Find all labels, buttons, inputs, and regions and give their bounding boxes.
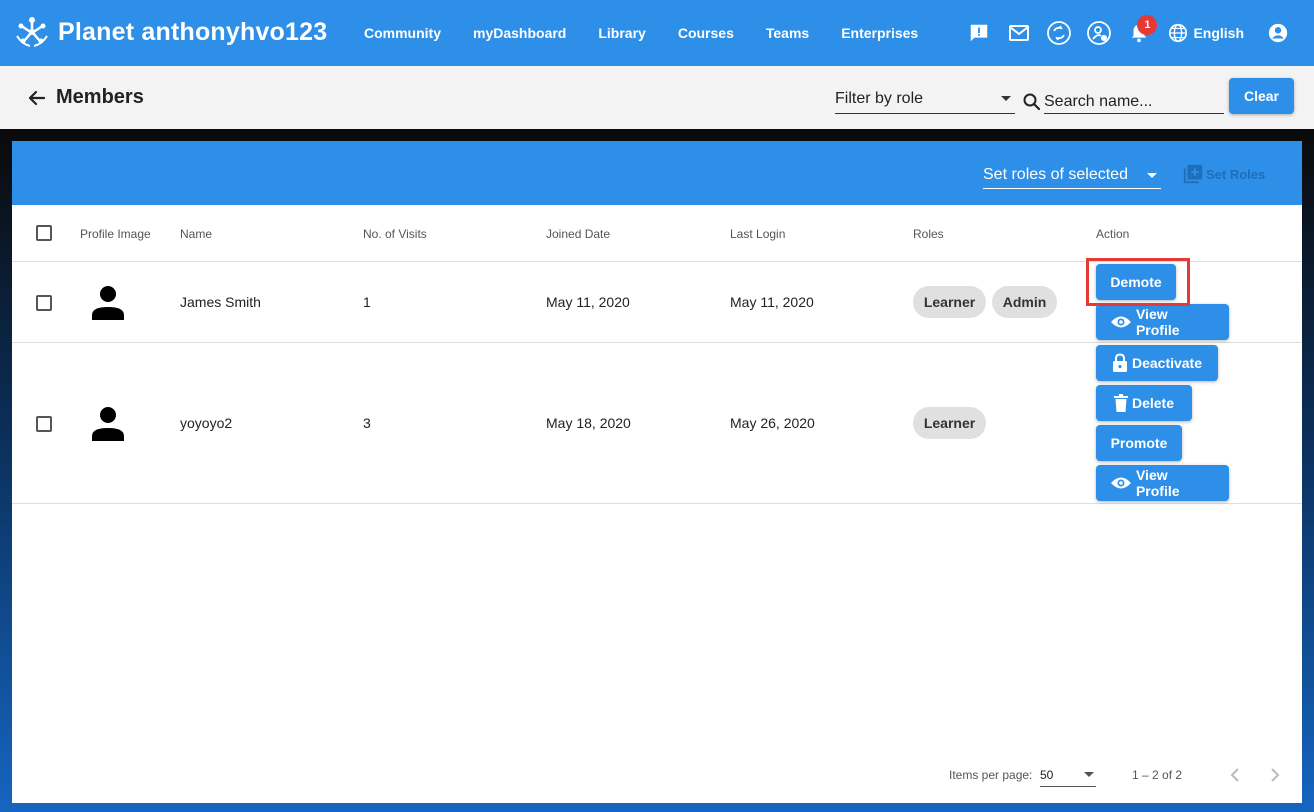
nav-library[interactable]: Library (582, 25, 661, 41)
role-chip-admin: Admin (992, 286, 1057, 318)
nav-courses[interactable]: Courses (662, 25, 750, 41)
sync-icon[interactable] (1039, 13, 1079, 53)
header-profile-image[interactable]: Profile Image (80, 227, 151, 241)
filter-by-role-label: Filter by role (835, 90, 924, 107)
notifications-icon[interactable]: 1 (1119, 13, 1159, 53)
page-title: Members (56, 86, 144, 108)
header-roles: Roles (913, 227, 944, 241)
table-header-bar: Set roles of selected Set Roles (12, 141, 1302, 205)
person-icon (92, 407, 124, 441)
member-last-login: May 11, 2020 (730, 294, 814, 310)
eye-icon (1110, 477, 1131, 489)
filter-by-role-select[interactable]: Filter by role (835, 84, 1015, 114)
view-profile-button[interactable]: View Profile (1096, 304, 1229, 340)
view-profile-button[interactable]: View Profile (1096, 465, 1229, 501)
language-selector[interactable]: English (1159, 22, 1258, 44)
set-roles-button[interactable]: Set Roles (1182, 163, 1265, 185)
page-size-select[interactable]: 50 (1040, 761, 1096, 787)
members-table-card: Set roles of selected Set Roles Profile … (12, 141, 1302, 803)
account-icon[interactable] (1258, 13, 1298, 53)
table-header-row: Profile Image Name No. of Visits Joined … (12, 205, 1302, 262)
set-roles-of-selected-select[interactable]: Set roles of selected (983, 161, 1161, 189)
delete-button[interactable]: Delete (1096, 385, 1192, 421)
dropdown-caret-icon (1001, 96, 1011, 101)
member-joined-date: May 11, 2020 (546, 294, 630, 310)
table-row: James Smith 1 May 11, 2020 May 11, 2020 … (12, 262, 1302, 343)
nav-icons: 1 English (959, 0, 1314, 66)
header-joined-date[interactable]: Joined Date (546, 227, 610, 241)
members-toolbar: Members Filter by role Clear (0, 66, 1314, 129)
items-per-page-label: Items per page: (949, 768, 1033, 782)
member-joined-date: May 18, 2020 (546, 415, 631, 431)
feedback-icon[interactable] (959, 13, 999, 53)
next-page-icon[interactable] (1263, 763, 1287, 787)
member-name: yoyoyo2 (180, 415, 233, 431)
page-range-label: 1 – 2 of 2 (1132, 768, 1183, 782)
clear-button[interactable]: Clear (1229, 78, 1294, 114)
person-icon (92, 286, 124, 320)
previous-page-icon[interactable] (1223, 763, 1247, 787)
dropdown-caret-icon (1084, 772, 1094, 777)
globe-icon (1169, 23, 1188, 43)
view-profile-label: View Profile (1135, 467, 1180, 499)
member-visits: 3 (363, 415, 371, 431)
row-checkbox[interactable] (36, 295, 52, 311)
app-title: Planet anthonyhvo123 (58, 17, 328, 46)
planet-logo-icon (16, 17, 48, 47)
header-visits[interactable]: No. of Visits (363, 227, 427, 241)
paginator: Items per page: 50 1 – 2 of 2 (12, 751, 1302, 801)
delete-label: Delete (1131, 395, 1175, 411)
deactivate-label: Deactivate (1131, 355, 1203, 371)
language-label: English (1193, 25, 1244, 41)
dropdown-caret-icon (1147, 173, 1157, 178)
eye-icon (1110, 316, 1131, 328)
top-navbar: Planet anthonyhvo123 Community myDashboa… (0, 0, 1314, 66)
view-profile-label: View Profile (1135, 306, 1180, 338)
trash-icon (1113, 394, 1128, 412)
mail-icon[interactable] (999, 13, 1039, 53)
row-checkbox[interactable] (36, 416, 52, 432)
nav-links: Community myDashboard Library Courses Te… (348, 0, 934, 66)
member-visits: 1 (363, 294, 371, 310)
nav-community[interactable]: Community (348, 25, 457, 41)
page-size-value: 50 (1040, 768, 1054, 782)
deactivate-button[interactable]: Deactivate (1096, 345, 1218, 381)
member-last-login: May 26, 2020 (730, 415, 815, 431)
nav-teams[interactable]: Teams (750, 25, 825, 41)
set-roles-label: Set Roles (1206, 166, 1266, 182)
nav-enterprises[interactable]: Enterprises (825, 25, 934, 41)
add-box-icon (1183, 164, 1203, 184)
set-roles-select-label: Set roles of selected (983, 166, 1128, 183)
role-chip-learner: Learner (913, 286, 986, 318)
header-action: Action (1096, 227, 1130, 241)
manager-settings-icon[interactable] (1079, 13, 1119, 53)
search-input[interactable] (1044, 84, 1224, 114)
member-name: James Smith (180, 294, 261, 310)
back-arrow-icon[interactable] (22, 84, 50, 112)
select-all-checkbox[interactable] (36, 225, 52, 241)
role-chip-learner: Learner (913, 407, 986, 439)
notification-badge: 1 (1137, 15, 1158, 35)
lock-icon (1112, 353, 1127, 372)
header-name[interactable]: Name (180, 227, 212, 241)
search-icon (1023, 93, 1041, 111)
nav-mydashboard[interactable]: myDashboard (457, 25, 582, 41)
demote-button[interactable]: Demote (1096, 264, 1176, 300)
search-field (1022, 84, 1224, 114)
header-last-login[interactable]: Last Login (730, 227, 785, 241)
table-row: yoyoyo2 3 May 18, 2020 May 26, 2020 Lear… (12, 343, 1302, 504)
brand[interactable]: Planet anthonyhvo123 (14, 14, 327, 50)
promote-button[interactable]: Promote (1096, 425, 1182, 461)
